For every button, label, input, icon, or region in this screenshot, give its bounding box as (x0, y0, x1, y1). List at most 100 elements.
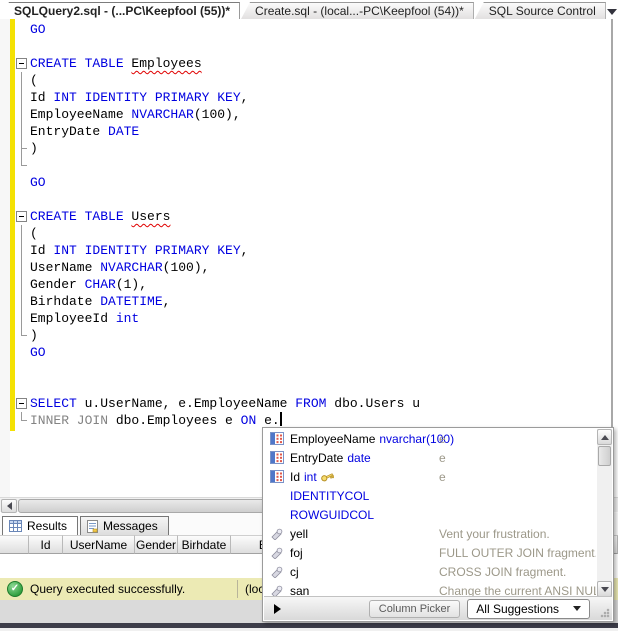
grid-column-header[interactable]: Birhdate (178, 535, 231, 554)
code-line[interactable]: EmployeeId int (15, 310, 420, 327)
fold-margin (15, 276, 30, 293)
popup-scrollbar-thumb[interactable] (598, 446, 611, 466)
resize-grip[interactable] (600, 608, 610, 618)
column-icon (270, 432, 284, 445)
suggestion-item[interactable]: ROWGUIDCOL (264, 505, 596, 524)
tab-messages[interactable]: Messages (80, 516, 169, 535)
suggestion-item[interactable]: Id int e (264, 467, 596, 486)
suggestion-item[interactable]: yell Vent your frustration. (264, 524, 596, 543)
fold-margin (15, 378, 30, 395)
collapse-minus-icon[interactable] (16, 398, 27, 409)
collapse-minus-icon[interactable] (16, 58, 27, 69)
code-line[interactable]: UserName NVARCHAR (100), (15, 259, 420, 276)
suggestion-name: cj (290, 564, 299, 579)
code-line[interactable]: Id INT IDENTITY PRIMARY KEY, (15, 89, 420, 106)
code-line[interactable]: Gender CHAR (1), (15, 276, 420, 293)
grid-column-header[interactable]: Gender (135, 535, 178, 554)
scroll-down-icon[interactable] (597, 581, 612, 597)
fold-margin (15, 310, 30, 327)
collapse-minus-icon[interactable] (16, 211, 27, 222)
fold-margin (15, 106, 30, 123)
code-token: ( (30, 73, 38, 88)
grid-column-header[interactable] (0, 535, 29, 554)
suggestion-item[interactable]: san Change the current ANSI NUL (264, 581, 596, 597)
code-line[interactable]: ) (15, 140, 420, 157)
autocomplete-popup: EmployeeName nvarchar(100) e EntryDate date e… (262, 427, 614, 622)
code-line[interactable] (15, 191, 420, 208)
code-line[interactable] (15, 38, 420, 55)
document-tab-strip: SQLQuery2.sql - (...PC\Keepfool (55))* Cr… (0, 0, 618, 19)
tab-list-dropdown-icon[interactable] (606, 9, 617, 15)
snippet-icon (271, 547, 283, 559)
code-token: Employees (131, 56, 202, 71)
code-token: NVARCHAR (100, 260, 163, 275)
suggestion-item[interactable]: cj CROSS JOIN fragment. (264, 562, 596, 581)
code-line[interactable]: Birhdate DATETIME, (15, 293, 420, 310)
messages-icon (87, 519, 99, 533)
code-token: ) (30, 328, 38, 343)
text-caret (279, 412, 282, 426)
fold-toggle[interactable] (15, 55, 30, 72)
code-line[interactable] (15, 361, 420, 378)
code-line[interactable]: SELECT u.UserName, e.EmployeeName FROM d… (15, 395, 420, 412)
fold-margin (15, 21, 30, 38)
code-line[interactable]: ( (15, 225, 420, 242)
suggestion-type: date (347, 450, 371, 465)
suggestion-type: int (304, 469, 317, 484)
code-token: EmployeeId (30, 311, 116, 326)
fold-toggle[interactable] (15, 208, 30, 225)
ssms-window: SQLQuery2.sql - (...PC\Keepfool (55))* Cr… (0, 0, 618, 631)
document-tab[interactable]: SQLQuery2.sql - (...PC\Keepfool (55))* (0, 2, 241, 19)
primary-key-icon (320, 471, 334, 482)
code-token: FROM (295, 396, 335, 411)
document-tab[interactable]: SQL Source Control (474, 2, 606, 19)
suggestion-item[interactable]: EmployeeName nvarchar(100) e (264, 429, 596, 448)
code-line[interactable]: GO (15, 344, 420, 361)
status-separator (237, 580, 238, 598)
code-line[interactable]: GO (15, 174, 420, 191)
code-token: EntryDate (30, 124, 109, 139)
document-tab[interactable]: Create.sql - (local...-PC\Keepfool (54))… (241, 2, 474, 19)
tab-results[interactable]: Results (2, 516, 79, 535)
scroll-up-icon[interactable] (597, 429, 612, 445)
code-token: NVARCHAR (131, 107, 194, 122)
code-line[interactable]: EmployeeName NVARCHAR (100), (15, 106, 420, 123)
code-line[interactable] (15, 378, 420, 395)
column-picker-button[interactable]: Column Picker (368, 599, 461, 618)
code-token: , (240, 243, 249, 258)
code-token: u.UserName, e.EmployeeName (84, 396, 296, 411)
popup-scrollbar[interactable] (597, 429, 612, 597)
fold-margin (15, 242, 30, 259)
scroll-left-icon[interactable] (1, 499, 17, 513)
suggestion-name: IDENTITYCOL (290, 488, 370, 503)
code-area[interactable]: GO CREATE TABLE Employees(Id INT IDENTITY… (15, 21, 420, 429)
code-line[interactable]: EntryDate DATE (15, 123, 420, 140)
code-line[interactable]: CREATE TABLE Employees (15, 55, 420, 72)
suggestion-item[interactable]: foj FULL OUTER JOIN fragment. (264, 543, 596, 562)
suggestion-item[interactable]: IDENTITYCOL (264, 486, 596, 505)
suggestion-description: e (439, 450, 446, 465)
grid-column-header[interactable]: Id (29, 535, 63, 554)
code-line[interactable]: ( (15, 72, 420, 89)
expand-arrow-icon[interactable] (274, 603, 281, 614)
code-line[interactable]: GO (15, 21, 420, 38)
code-line[interactable]: CREATE TABLE Users (15, 208, 420, 225)
code-line[interactable]: ) (15, 327, 420, 344)
suggestion-filter-button[interactable]: All Suggestions (467, 598, 590, 619)
code-token: dbo.Employees e (115, 413, 241, 428)
fold-margin (15, 38, 30, 55)
suggestion-item[interactable]: EntryDate date e (264, 448, 596, 467)
fold-margin (15, 174, 30, 191)
code-line[interactable] (15, 157, 420, 174)
sql-editor[interactable]: GO CREATE TABLE Employees(Id INT IDENTITY… (0, 19, 618, 497)
code-token: EmployeeName (30, 107, 132, 122)
code-token: CREATE TABLE (30, 56, 132, 71)
code-token: SELECT (30, 396, 85, 411)
suggestion-name: san (290, 583, 310, 598)
code-line[interactable]: Id INT IDENTITY PRIMARY KEY, (15, 242, 420, 259)
editor-right-border (611, 19, 613, 497)
suggestion-description: e (439, 469, 446, 484)
grid-column-header[interactable]: UserName (63, 535, 135, 554)
suggestion-name: yell (290, 526, 309, 541)
fold-toggle[interactable] (15, 395, 30, 412)
